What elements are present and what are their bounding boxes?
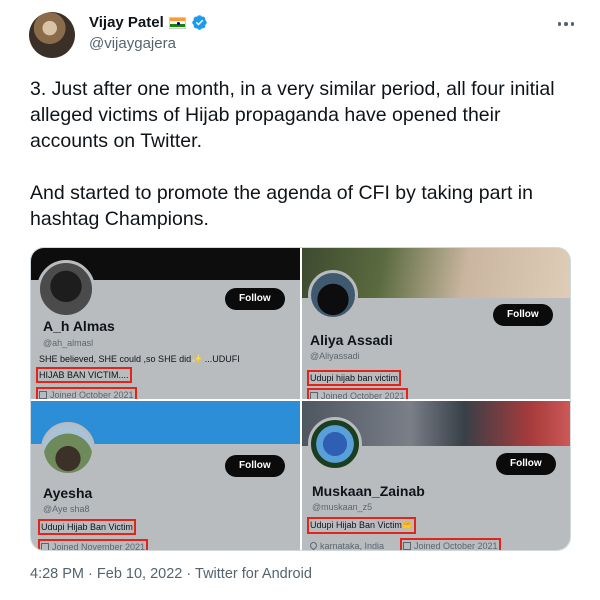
profile-joined: Joined October 2021 bbox=[36, 387, 137, 399]
profile-bio: SHE believed, SHE could ,so SHE did✨ ...… bbox=[39, 354, 240, 364]
profile-avatar bbox=[37, 260, 95, 318]
profile-bio-highlighted: Udupi Hijab Ban Victim🤲 bbox=[306, 517, 417, 534]
calendar-icon bbox=[41, 543, 49, 550]
profile-name: A_h Almas bbox=[43, 318, 115, 334]
author-name-row: Vijay Patel bbox=[89, 14, 208, 31]
profile-joined: Joined November 2021 bbox=[37, 539, 149, 550]
profile-joined: Joined October 2021 bbox=[400, 538, 501, 550]
author-handle[interactable]: @vijaygajera bbox=[89, 35, 176, 52]
profile-joined: Joined October 2021 bbox=[307, 388, 408, 399]
location-pin-icon bbox=[308, 540, 319, 550]
tweet-paragraph-1: 3. Just after one month, in a very simil… bbox=[30, 78, 555, 152]
footer-separator: · bbox=[186, 566, 192, 582]
india-flag-icon bbox=[168, 16, 186, 29]
profile-location: karnataka, India bbox=[308, 540, 384, 550]
tweet-paragraph-2: And started to promote the agenda of CFI… bbox=[30, 182, 533, 230]
author-display-name[interactable]: Vijay Patel bbox=[89, 14, 164, 31]
follow-button: Follow bbox=[493, 304, 553, 326]
more-options-icon[interactable] bbox=[552, 16, 580, 32]
author-avatar[interactable] bbox=[29, 12, 75, 58]
profile-name: Ayesha bbox=[43, 485, 93, 501]
client-link[interactable]: Twitter for Android bbox=[195, 566, 312, 582]
timestamp-link[interactable]: 4:28 PM · Feb 10, 2022 bbox=[30, 566, 182, 582]
profile-handle: @Aliyassadi bbox=[310, 351, 360, 361]
profile-bio-highlighted: HIJAB BAN VICTIM.... bbox=[36, 367, 132, 383]
media-image-3[interactable]: Follow Ayesha @Aye sha8 Udupi Hijab Ban … bbox=[31, 401, 300, 550]
profile-name: Muskaan_Zainab bbox=[312, 483, 425, 499]
media-image-4[interactable]: Follow Muskaan_Zainab @muskaan_z5 Udupi … bbox=[302, 401, 570, 550]
media-grid[interactable]: Follow A_h Almas @ah_almasl SHE believed… bbox=[30, 247, 571, 551]
profile-bio-highlighted: Udupi hijab ban victim bbox=[306, 370, 402, 386]
tweet-timestamp: 4:28 PM · Feb 10, 2022 · Twitter for And… bbox=[30, 566, 312, 582]
profile-avatar bbox=[41, 422, 95, 476]
profile-avatar bbox=[308, 417, 362, 471]
calendar-icon bbox=[39, 391, 47, 399]
profile-handle: @Aye sha8 bbox=[43, 504, 90, 514]
profile-bio-highlighted: Udupi Hijab Ban Victim bbox=[38, 519, 136, 535]
calendar-icon bbox=[310, 392, 318, 399]
follow-button: Follow bbox=[496, 453, 556, 475]
media-image-2[interactable]: Follow Aliya Assadi @Aliyassadi Udupi hi… bbox=[302, 248, 570, 399]
verified-badge-icon bbox=[192, 15, 207, 30]
follow-button: Follow bbox=[225, 288, 285, 310]
profile-handle: @muskaan_z5 bbox=[312, 502, 373, 512]
profile-avatar bbox=[308, 270, 358, 320]
tweet-text: 3. Just after one month, in a very simil… bbox=[30, 76, 575, 258]
profile-name: Aliya Assadi bbox=[310, 332, 393, 348]
tweet: Vijay Patel @vijaygajera 3. Just after o… bbox=[0, 0, 600, 600]
media-image-1[interactable]: Follow A_h Almas @ah_almasl SHE believed… bbox=[31, 248, 300, 399]
calendar-icon bbox=[403, 542, 411, 550]
profile-handle: @ah_almasl bbox=[43, 338, 94, 348]
follow-button: Follow bbox=[225, 455, 285, 477]
